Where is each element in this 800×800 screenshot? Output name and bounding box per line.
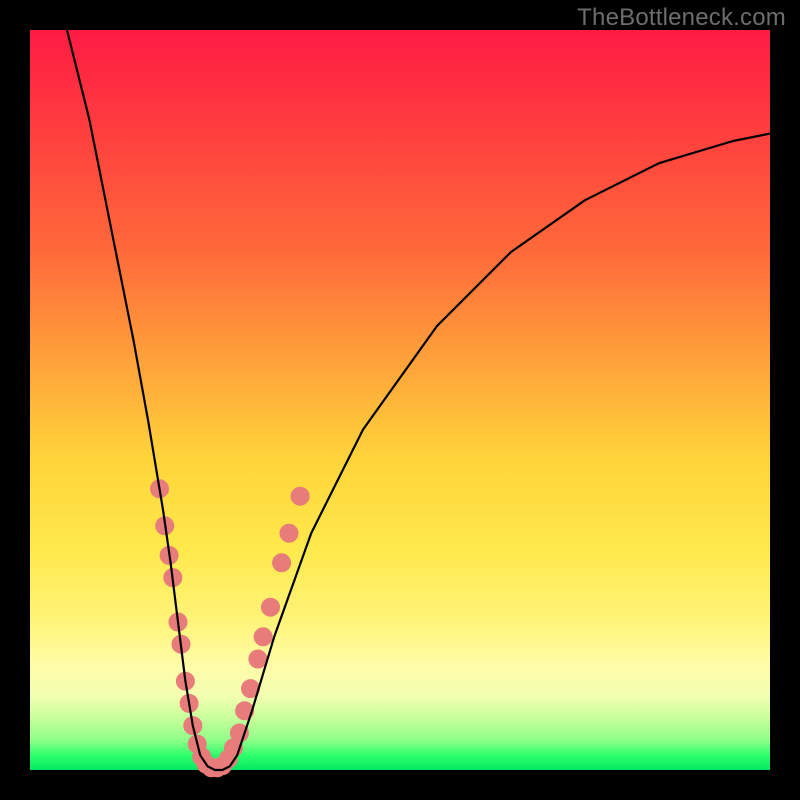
curve-marker: [273, 554, 291, 572]
marker-group: [151, 480, 310, 777]
plot-area: [30, 30, 770, 770]
curve-marker: [280, 524, 298, 542]
chart-frame: TheBottleneck.com: [0, 0, 800, 800]
curve-marker: [291, 487, 309, 505]
curve-marker: [254, 628, 272, 646]
curve-marker: [249, 650, 267, 668]
curve-layer: [30, 30, 770, 770]
bottleneck-curve: [67, 30, 770, 770]
watermark-text: TheBottleneck.com: [577, 4, 786, 32]
curve-marker: [262, 598, 280, 616]
